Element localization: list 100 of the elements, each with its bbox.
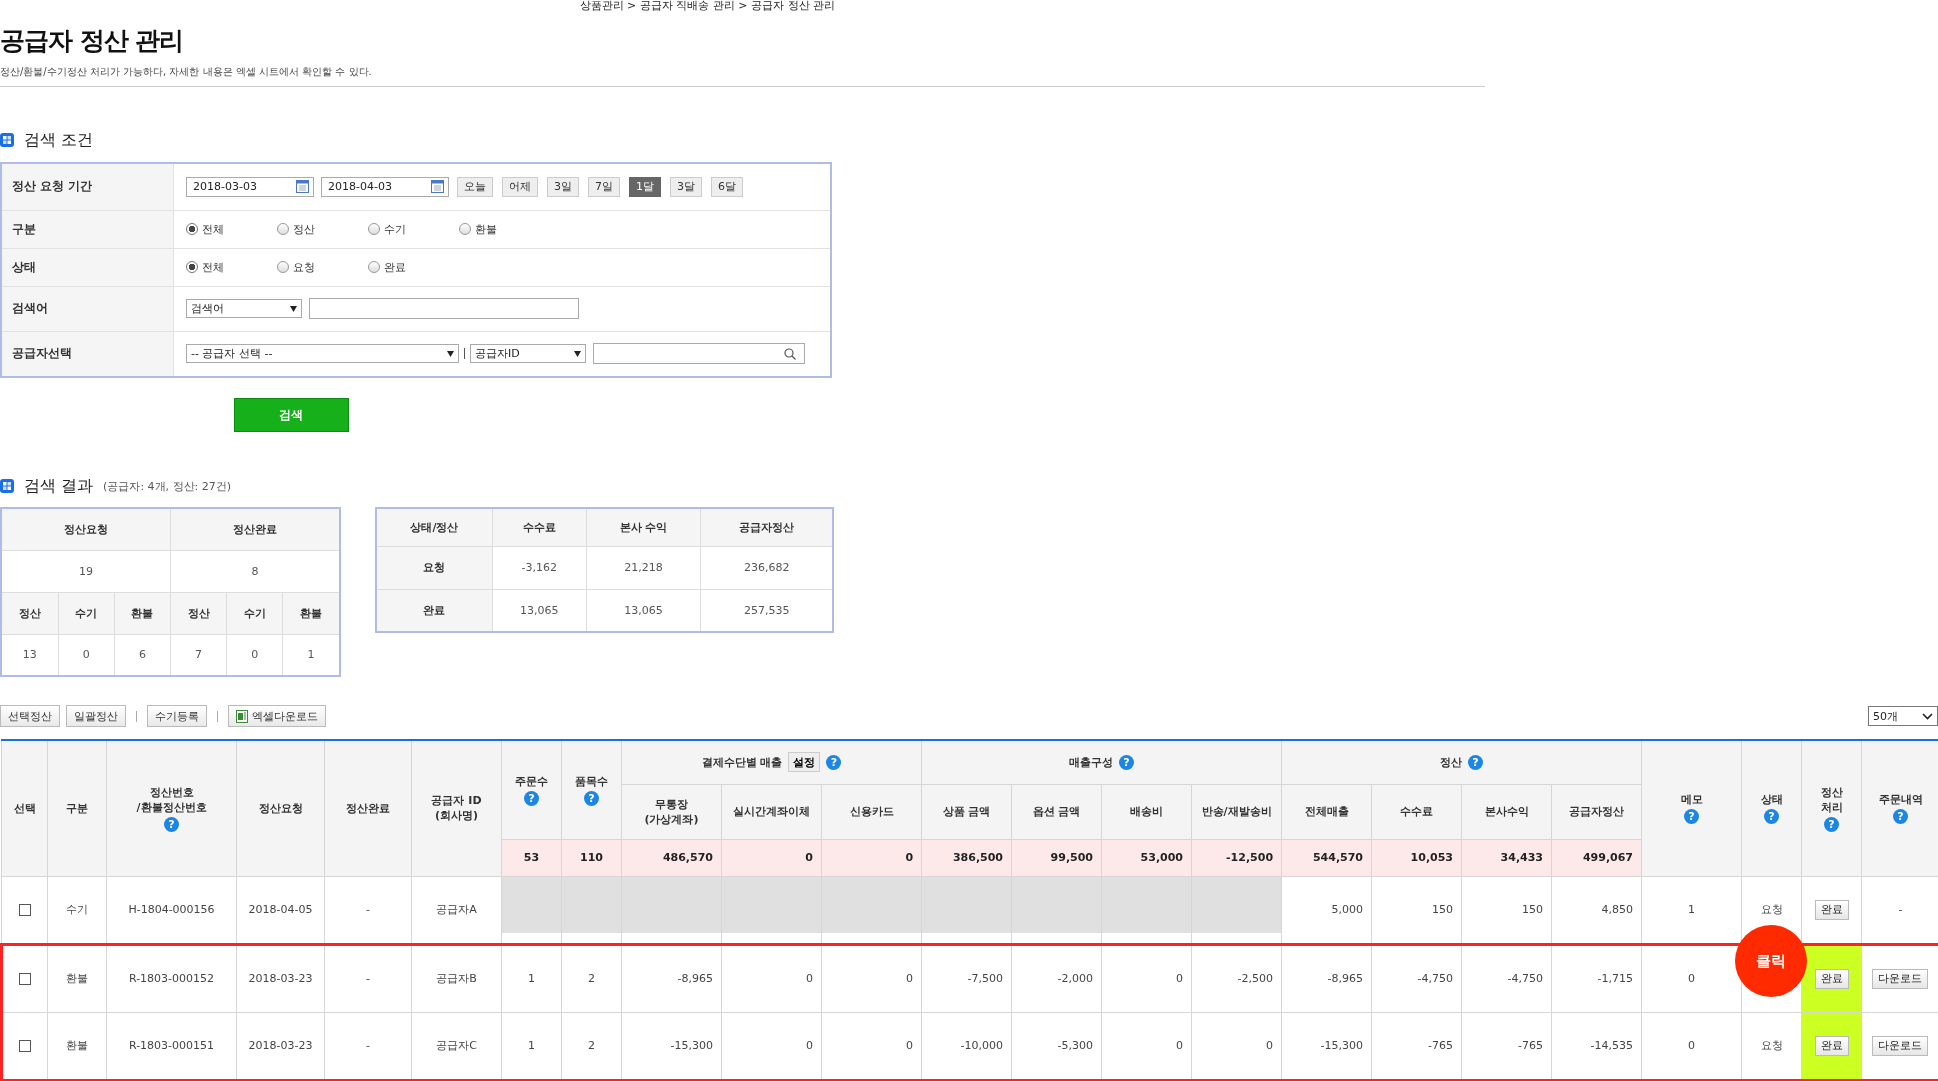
help-icon[interactable]: ?: [1468, 754, 1484, 770]
period-button[interactable]: 오늘: [457, 176, 493, 197]
radio-button[interactable]: [277, 261, 289, 273]
table-cell: -4,750: [1461, 944, 1552, 1012]
section-title: 검색 결과: [24, 475, 94, 497]
total-cell: 99,500: [1011, 839, 1102, 876]
download-button[interactable]: 다운로드: [1872, 968, 1929, 989]
row-checkbox[interactable]: [19, 973, 31, 985]
summary-row-header: 완료: [376, 589, 493, 632]
period-button[interactable]: 3일: [547, 176, 579, 197]
complete-button[interactable]: 완료: [1814, 968, 1849, 989]
help-icon[interactable]: ?: [826, 754, 842, 770]
summary-header: 수기: [58, 592, 115, 634]
page-size-dropdown[interactable]: 50개: [1868, 706, 1938, 726]
table-cell: -7,500: [921, 944, 1012, 1012]
column-header: 결제수단별 매출: [701, 754, 783, 770]
summary-cell: 19: [1, 550, 171, 592]
table-cell: R-1803-000151: [106, 1012, 237, 1080]
help-icon[interactable]: ?: [1764, 809, 1780, 825]
search-icon: [784, 347, 796, 360]
column-header: 선택: [13, 800, 36, 816]
column-header: 무통장 (가상계좌): [644, 797, 699, 826]
column-header: 품목수: [575, 773, 608, 789]
radio-button[interactable]: [459, 223, 471, 235]
spreadsheet-icon: [236, 709, 248, 723]
radio-button[interactable]: [368, 261, 380, 273]
help-icon[interactable]: ?: [584, 790, 599, 806]
column-header: 수수료: [1400, 805, 1434, 818]
help-icon[interactable]: ?: [524, 790, 539, 806]
complete-button[interactable]: 완료: [1814, 1035, 1849, 1056]
total-cell: 0: [821, 839, 922, 876]
table-cell: 0: [1101, 944, 1192, 1012]
supplier-search-field[interactable]: [593, 343, 805, 365]
radio-button[interactable]: [368, 223, 380, 235]
column-header: 신용카드: [849, 805, 894, 818]
column-header: 주문수: [515, 773, 548, 789]
toolbar-button[interactable]: 일괄정산: [66, 705, 126, 727]
field-label: 공급자선택: [1, 331, 174, 377]
table-cell: 1: [501, 944, 562, 1012]
table-cell: -5,300: [1011, 1012, 1102, 1080]
radio-button[interactable]: [186, 223, 198, 235]
summary-header: 정산: [1, 592, 59, 634]
table-cell: 환불: [47, 1012, 107, 1080]
download-button[interactable]: 다운로드: [1872, 1035, 1929, 1056]
row-checkbox[interactable]: [18, 904, 31, 916]
row-checkbox[interactable]: [19, 1040, 31, 1052]
radio-label: 전체: [202, 221, 224, 237]
table-cell: 2018-03-23: [236, 944, 325, 1012]
field-label: 정산 요청 기간: [1, 163, 174, 210]
keyword-input[interactable]: [309, 298, 579, 319]
period-button[interactable]: 어제: [502, 176, 538, 197]
column-header: 정산: [1440, 754, 1463, 770]
period-button[interactable]: 7일: [588, 176, 620, 197]
table-cell: 0: [721, 1012, 822, 1080]
help-icon[interactable]: ?: [1893, 809, 1909, 825]
total-cell: 10,053: [1371, 839, 1462, 876]
column-header: 메모: [1680, 792, 1703, 808]
column-header: 매출구성: [1069, 754, 1114, 770]
excel-download-button[interactable]: 엑셀다운로드: [228, 705, 326, 727]
settings-button[interactable]: 설정: [788, 752, 821, 773]
period-button[interactable]: 3달: [670, 176, 702, 197]
column-header: 상품 금액: [942, 805, 991, 818]
table-cell: -4,750: [1371, 944, 1462, 1012]
radio-button[interactable]: [277, 223, 289, 235]
result-count-note: (공급자: 4개, 정산: 27건): [103, 478, 232, 494]
help-icon[interactable]: ?: [1684, 809, 1700, 825]
table-cell: -2,000: [1011, 944, 1102, 1012]
radio-label: 전체: [202, 259, 224, 275]
total-cell: 53: [501, 839, 562, 876]
help-icon[interactable]: ?: [164, 816, 179, 832]
help-icon[interactable]: ?: [1119, 754, 1135, 770]
toolbar-button[interactable]: 선택정산: [0, 705, 60, 727]
table-cell: 0: [1191, 1012, 1282, 1080]
help-icon[interactable]: ?: [1824, 816, 1840, 832]
table-cell: 공급자C: [411, 1012, 502, 1080]
page-title: 공급자 정산 관리: [0, 26, 185, 56]
summary-header: 환불: [282, 592, 340, 634]
supplier-dropdown[interactable]: -- 공급자 선택 --: [186, 344, 459, 364]
table-cell: 공급자B: [411, 944, 502, 1012]
period-button[interactable]: 6달: [711, 176, 743, 197]
radio-label: 완료: [384, 259, 406, 275]
radio-button[interactable]: [186, 261, 198, 273]
summary-header: 공급자정산: [700, 508, 833, 546]
column-header: 배송비: [1130, 805, 1164, 818]
date-field[interactable]: 2018-03-03: [186, 176, 314, 197]
complete-button[interactable]: 완료: [1814, 899, 1849, 920]
total-cell: 110: [561, 839, 622, 876]
breadcrumb: 상품관리 > 공급자 직배송 관리 > 공급자 정산 관리: [578, 0, 835, 12]
column-header: 실시간계좌이체: [733, 805, 810, 818]
table-cell: 0: [821, 944, 922, 1012]
column-header: 옵션 금액: [1032, 805, 1081, 818]
toolbar-button[interactable]: 수기등록: [147, 705, 207, 727]
table-cell: -14,535: [1551, 1012, 1642, 1080]
period-button[interactable]: 1달: [629, 176, 661, 197]
supplier-id-dropdown[interactable]: 공급자ID: [470, 344, 586, 364]
caret-icon: [574, 350, 581, 357]
summary-header: 본사 수익: [586, 508, 701, 546]
keyword-type-dropdown[interactable]: 검색어: [186, 299, 302, 318]
chevron-down-icon: [1922, 712, 1933, 720]
date-field[interactable]: 2018-04-03: [321, 176, 449, 197]
